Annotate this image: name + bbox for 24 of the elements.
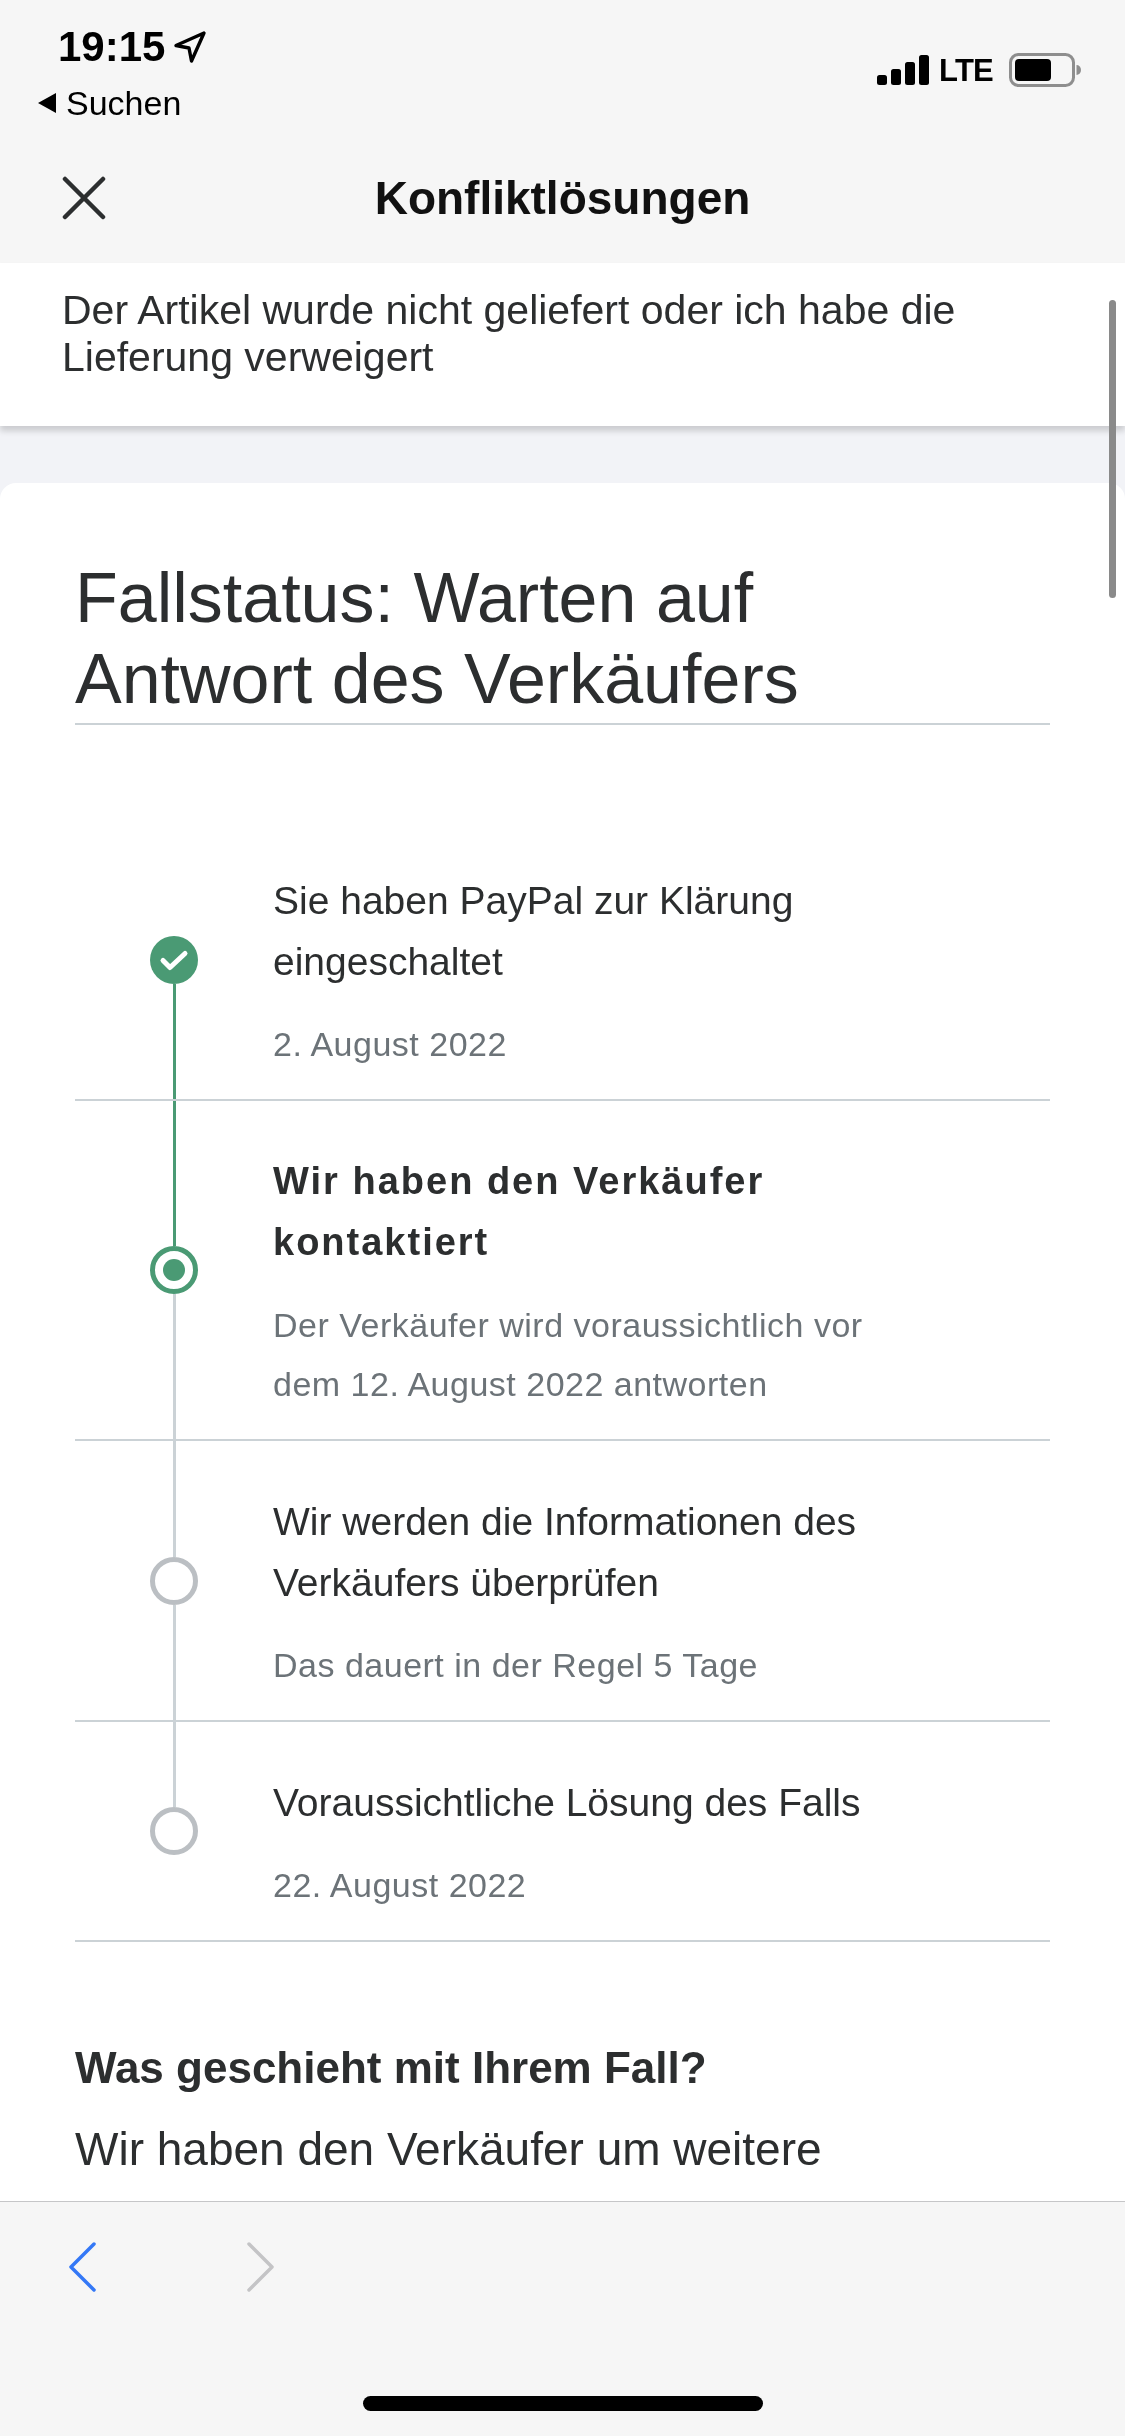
case-status-heading: Fallstatus: Warten auf Antwort des Verkäufers — [75, 558, 800, 720]
network-type: LTE — [939, 54, 993, 86]
battery-icon — [1009, 53, 1081, 87]
step-title: Wir werden die Informationen des Verkäufers überprüfen — [273, 1499, 858, 1606]
step-title: Wir haben den Verkäufer kontaktiert — [273, 1159, 766, 1265]
signal-bars-icon — [877, 55, 930, 85]
step-title: Voraussichtliche Lösung des Falls — [273, 1780, 862, 1826]
step-detail: Der Verkäufer wird voraussichtlich vor dem 12. August 2022 antworten — [273, 1305, 864, 1405]
back-to-app-link[interactable]: Suchen — [38, 83, 182, 123]
step-detail: 2. August 2022 — [273, 1024, 508, 1065]
status-time: 19:15 — [58, 26, 166, 68]
back-triangle-icon — [38, 93, 56, 113]
step-detail: 22. August 2022 — [273, 1865, 528, 1906]
close-button[interactable] — [62, 175, 106, 220]
step-title: Sie haben PayPal zur Klärung eingeschaltet — [273, 878, 795, 985]
section-heading: Was geschieht mit Ihrem Fall? — [75, 2042, 708, 2094]
chevron-right-icon — [245, 2242, 275, 2292]
step-detail: Das dauert in der Regel 5 Tage — [273, 1645, 759, 1686]
chevron-left-icon — [67, 2242, 97, 2292]
page-title: Konfliktlösungen — [374, 170, 751, 226]
close-icon — [62, 175, 106, 220]
case-type-text: Der Artikel wurde nicht geliefert oder ich habe die Lieferung verweigert — [62, 287, 957, 381]
location-arrow-icon — [173, 30, 208, 64]
section-text: Wir haben den Verkäufer um weitere — [75, 2122, 823, 2177]
